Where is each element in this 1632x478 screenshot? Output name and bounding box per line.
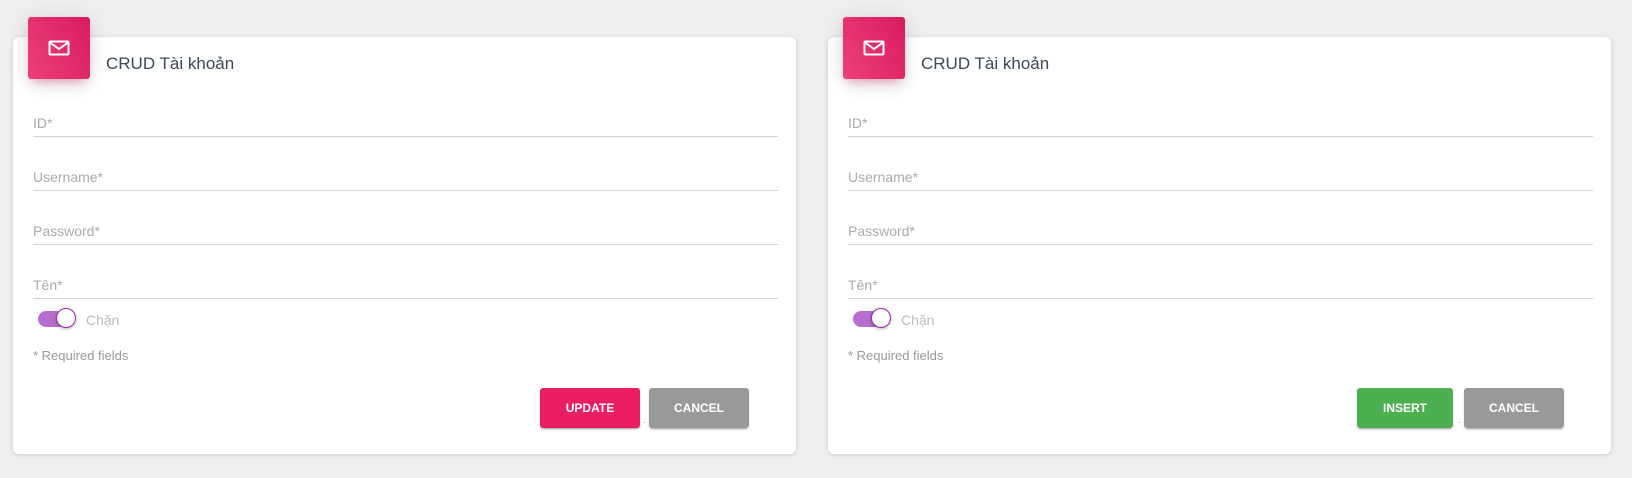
id-input[interactable] [33,110,778,136]
toggle-knob [56,308,76,328]
name-field[interactable] [33,272,778,299]
mail-icon [28,17,90,79]
id-field[interactable] [33,110,778,137]
id-field[interactable] [848,110,1593,137]
username-input[interactable] [848,164,1593,190]
username-field[interactable] [33,164,778,191]
id-input[interactable] [848,110,1593,136]
cancel-button[interactable]: CANCEL [1464,388,1564,428]
block-toggle[interactable] [38,308,76,328]
insert-account-card: CRUD Tài khoản Chặn * Required fields IN… [828,17,1611,454]
toggle-knob [871,308,891,328]
name-input[interactable] [848,272,1593,298]
button-separator: . [1458,415,1461,426]
required-fields-note: * Required fields [33,348,129,363]
block-toggle[interactable] [853,308,891,328]
card-title: CRUD Tài khoản [106,54,235,73]
password-field[interactable] [848,218,1593,245]
block-toggle-label: Chặn [86,312,120,328]
mail-icon [843,17,905,79]
password-input[interactable] [33,218,778,244]
required-fields-note: * Required fields [848,348,944,363]
update-button[interactable]: UPDATE [540,388,640,428]
update-account-card: CRUD Tài khoản Chặn * Required fields UP… [13,17,796,454]
block-toggle-label: Chặn [901,312,935,328]
button-separator: . [643,415,646,426]
username-input[interactable] [33,164,778,190]
cancel-button[interactable]: CANCEL [649,388,749,428]
insert-button[interactable]: INSERT [1357,388,1453,428]
card-title: CRUD Tài khoản [921,54,1050,73]
username-field[interactable] [848,164,1593,191]
password-input[interactable] [848,218,1593,244]
password-field[interactable] [33,218,778,245]
name-field[interactable] [848,272,1593,299]
name-input[interactable] [33,272,778,298]
